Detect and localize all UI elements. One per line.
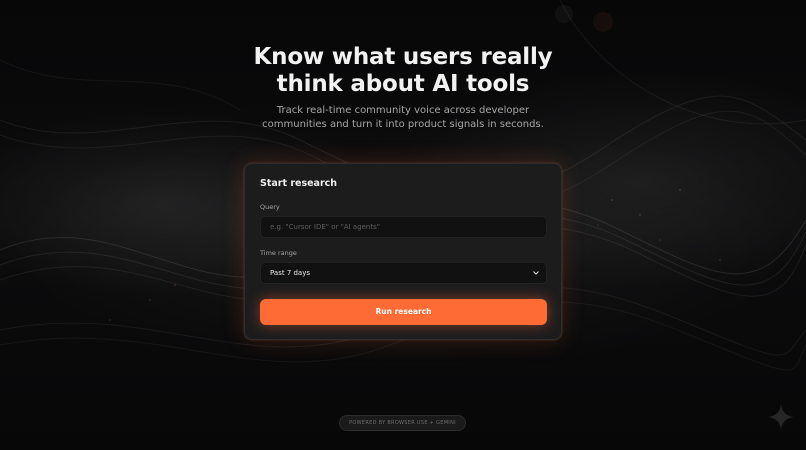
run-research-button[interactable]: Run research [260, 299, 547, 325]
sparkle-icon [768, 404, 794, 430]
hero-subtitle-line2: communities and turn it into product sig… [262, 119, 544, 130]
query-label: Query [260, 203, 280, 211]
query-input[interactable] [260, 216, 547, 238]
time-range-value: Past 7 days [270, 269, 311, 277]
hero-title-line1: Know what users really [253, 44, 553, 70]
time-range-label: Time range [260, 249, 297, 257]
chevron-down-icon [533, 271, 539, 275]
hero-title: Know what users really think about AI to… [0, 44, 806, 98]
form-title: Start research [260, 178, 338, 189]
hero-title-line2: think about AI tools [276, 71, 530, 97]
hero-subtitle-line1: Track real-time community voice across d… [276, 105, 530, 116]
hero-subtitle: Track real-time community voice across d… [0, 104, 806, 132]
research-form-card: Start research Query Time range Past 7 d… [244, 163, 562, 340]
powered-by-badge: POWERED BY BROWSER USE + GEMINI [339, 415, 466, 431]
time-range-select[interactable]: Past 7 days [260, 262, 547, 284]
